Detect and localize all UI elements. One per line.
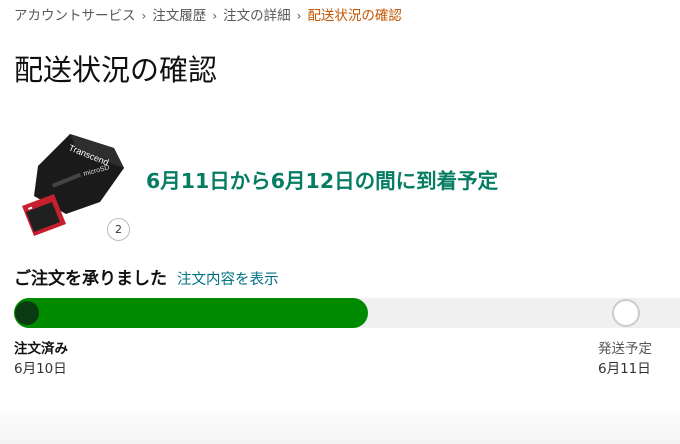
step-ordered-date: 6月10日 [14,361,67,377]
step-ordered-label: 注文済み [14,341,68,357]
breadcrumb-order-details[interactable]: 注文の詳細 [223,6,291,26]
breadcrumb: アカウントサービス › 注文履歴 › 注文の詳細 › 配送状況の確認 [14,6,402,26]
step-shipping-label: 発送予定 [598,341,652,357]
breadcrumb-separator: › [212,9,218,23]
delivery-estimate: 6月11日から6月12日の間に到着予定 [146,169,499,193]
page-divider [0,404,680,444]
page-title: 配送状況の確認 [14,53,218,87]
view-order-details-link[interactable]: 注文内容を表示 [177,268,279,289]
step-ordered-marker [15,301,39,325]
quantity-badge: 2 [107,218,130,241]
breadcrumb-separator: › [141,9,147,23]
breadcrumb-order-history[interactable]: 注文履歴 [152,6,206,26]
breadcrumb-separator: › [296,9,302,23]
breadcrumb-account-service[interactable]: アカウントサービス [14,6,136,26]
order-status-row: ご注文を承りました 注文内容を表示 [14,264,279,289]
shipment-progress-bar [14,298,680,328]
breadcrumb-current-page: 配送状況の確認 [307,8,402,24]
step-shipping-marker [612,299,640,327]
step-shipping-date: 6月11日 [598,361,651,377]
progress-bar-fill [14,298,368,328]
order-status-heading: ご注文を承りました [14,269,167,289]
